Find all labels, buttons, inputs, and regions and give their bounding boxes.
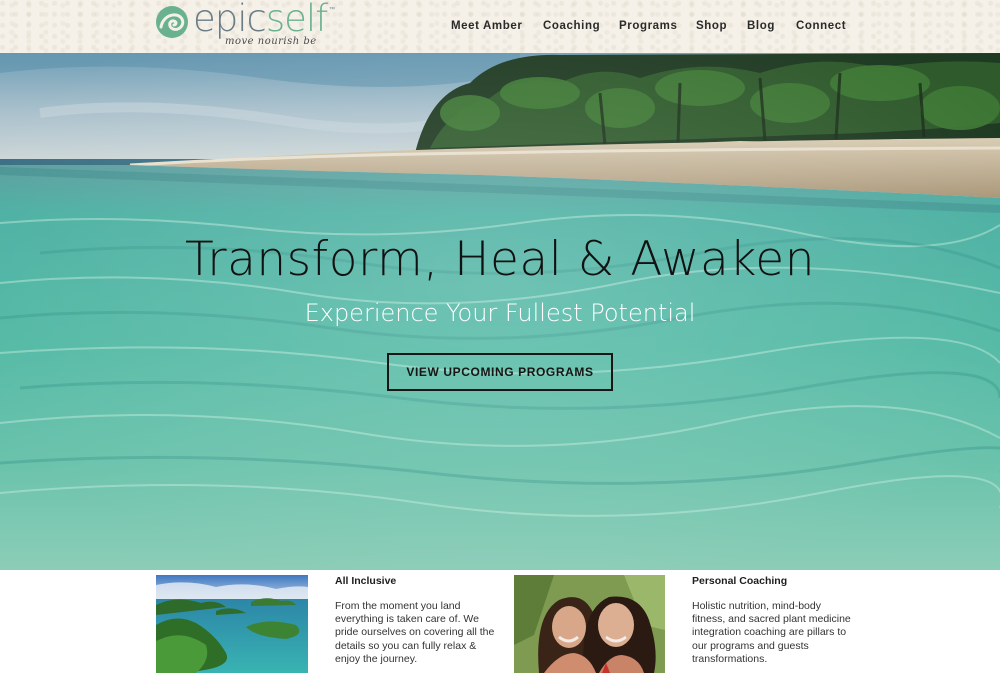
- hero-title: Transform, Heal & Awaken: [184, 232, 816, 287]
- feature-title-personal-coaching: Personal Coaching: [692, 575, 788, 587]
- nav-item-connect[interactable]: Connect: [796, 20, 846, 32]
- feature-text-personal-coaching: Holistic nutrition, mind-body fitness, a…: [692, 600, 851, 665]
- logo-tagline: move nourish be: [225, 36, 317, 47]
- nav-item-blog[interactable]: Blog: [747, 20, 775, 32]
- coaches-photo: [514, 575, 665, 673]
- features-section: All Inclusive From the moment you land e…: [0, 570, 1000, 677]
- nav-item-meet-amber[interactable]: Meet Amber: [451, 20, 522, 32]
- feature-title-all-inclusive: All Inclusive: [335, 575, 397, 587]
- nav-item-programs[interactable]: Programs: [619, 20, 678, 32]
- islands-photo: [156, 575, 308, 673]
- logo-trademark: ™: [329, 7, 335, 13]
- site-header: epicself ™ move nourish be Meet Amber Co…: [0, 0, 1000, 53]
- hero-subtitle: Experience Your Fullest Potential: [304, 299, 696, 327]
- logo-word-self: self: [265, 0, 328, 40]
- feature-image-coaches: [514, 575, 665, 673]
- hero-content: Transform, Heal & Awaken Experience Your…: [0, 53, 1000, 570]
- view-upcoming-programs-button[interactable]: VIEW UPCOMING PROGRAMS: [387, 353, 613, 391]
- feature-image-islands: [156, 575, 308, 673]
- nav-item-coaching[interactable]: Coaching: [543, 20, 600, 32]
- nav-item-shop[interactable]: Shop: [696, 20, 727, 32]
- logo-word-epic: epic: [193, 0, 267, 40]
- epicself-logo[interactable]: epicself ™ move nourish be: [155, 0, 345, 49]
- logo-wordmark: epicself: [193, 0, 328, 40]
- spiral-wave-icon: [156, 6, 188, 38]
- feature-text-all-inclusive: From the moment you land everything is t…: [335, 600, 495, 665]
- hero-section: Transform, Heal & Awaken Experience Your…: [0, 53, 1000, 570]
